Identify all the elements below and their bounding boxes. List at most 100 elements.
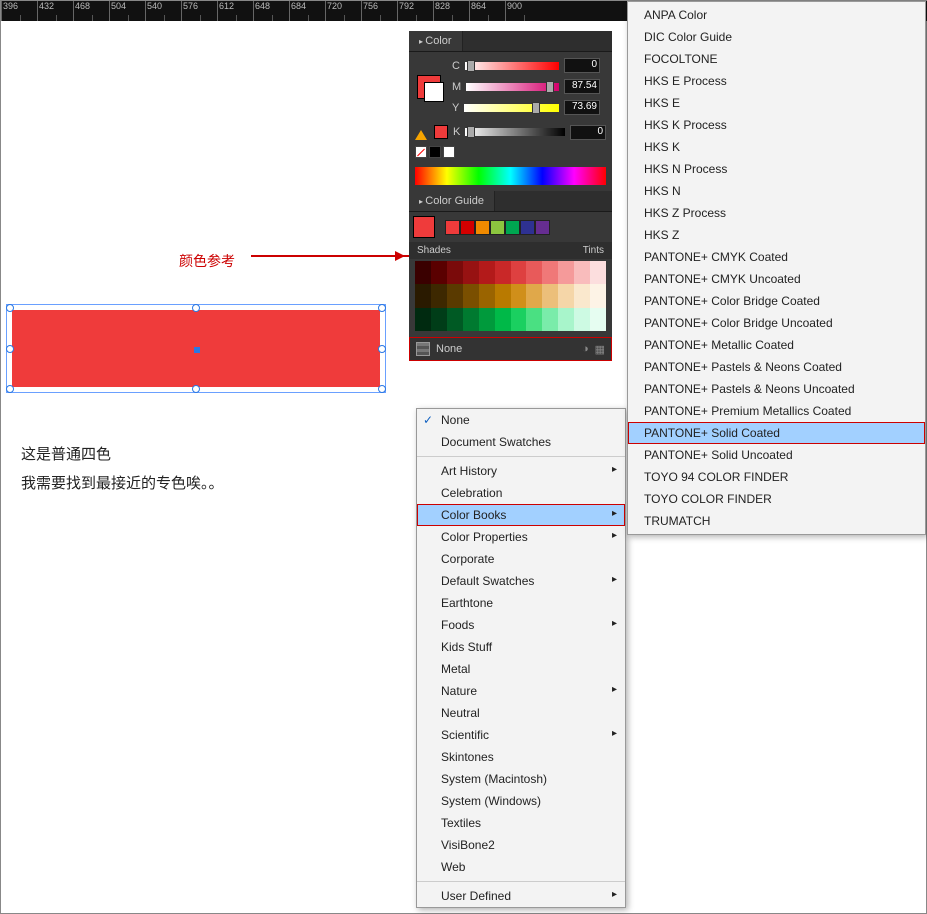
variation-cell[interactable] [558,261,574,284]
color-guide-tab[interactable]: Color Guide [409,191,495,211]
harmony-chip[interactable] [490,220,505,235]
variation-cell[interactable] [447,284,463,307]
variation-cell[interactable] [479,284,495,307]
harmony-chip[interactable] [460,220,475,235]
selection-handle[interactable] [378,385,386,393]
variation-cell[interactable] [574,308,590,331]
variation-cell[interactable] [495,261,511,284]
gamut-warning-icon[interactable] [415,124,427,140]
submenu-item[interactable]: PANTONE+ Color Bridge Coated [628,290,925,312]
menu-item[interactable]: Nature [417,680,625,702]
submenu-item[interactable]: HKS Z [628,224,925,246]
submenu-item[interactable]: ANPA Color [628,4,925,26]
black-swatch[interactable] [429,146,441,158]
selection-handle[interactable] [6,385,14,393]
y-value[interactable]: 73.69 [564,100,600,115]
submenu-item[interactable]: PANTONE+ Pastels & Neons Coated [628,356,925,378]
variation-cell[interactable] [463,308,479,331]
variation-cell[interactable] [415,261,431,284]
variation-cell[interactable] [431,284,447,307]
variation-cell[interactable] [463,284,479,307]
variation-grid[interactable] [415,261,606,331]
color-guide-header[interactable]: Color Guide [409,191,612,212]
menu-item[interactable]: Foods [417,614,625,636]
menu-item[interactable]: Scientific [417,724,625,746]
submenu-item[interactable]: PANTONE+ Premium Metallics Coated [628,400,925,422]
menu-item[interactable]: Web [417,856,625,878]
harmony-chip[interactable] [475,220,490,235]
variation-cell[interactable] [558,284,574,307]
harmony-chip[interactable] [505,220,520,235]
menu-item[interactable]: Default Swatches [417,570,625,592]
submenu-item[interactable]: HKS K [628,136,925,158]
spectrum-bar[interactable] [415,167,606,185]
library-none[interactable]: None [436,343,462,355]
submenu-item[interactable]: PANTONE+ Solid Coated [628,422,925,444]
menu-item[interactable]: System (Windows) [417,790,625,812]
menu-item[interactable]: Color Properties [417,526,625,548]
submenu-item[interactable]: PANTONE+ CMYK Uncoated [628,268,925,290]
submenu-item[interactable]: PANTONE+ Color Bridge Uncoated [628,312,925,334]
variation-cell[interactable] [542,261,558,284]
k-slider[interactable] [465,128,565,136]
selection-handle[interactable] [192,385,200,393]
variation-cell[interactable] [526,308,542,331]
menu-item[interactable]: Earthtone [417,592,625,614]
menu-item[interactable]: Corporate [417,548,625,570]
variation-cell[interactable] [542,284,558,307]
submenu-item[interactable]: HKS K Process [628,114,925,136]
selection-handle[interactable] [6,345,14,353]
variation-cell[interactable] [431,308,447,331]
selection-handle[interactable] [6,304,14,312]
variation-cell[interactable] [526,261,542,284]
variation-cell[interactable] [415,284,431,307]
harmony-chip[interactable] [535,220,550,235]
save-group-icon[interactable]: ▦ [595,343,605,356]
menu-item[interactable]: Art History [417,460,625,482]
color-tab[interactable]: Color [409,31,463,51]
submenu-item[interactable]: TRUMATCH [628,510,925,532]
variation-cell[interactable] [431,261,447,284]
variation-cell[interactable] [415,308,431,331]
menu-item[interactable]: Document Swatches [417,431,625,453]
fill-stroke-swatch[interactable] [417,75,441,99]
c-slider[interactable] [465,62,559,70]
variation-cell[interactable] [479,308,495,331]
submenu-item[interactable]: DIC Color Guide [628,26,925,48]
white-swatch[interactable] [443,146,455,158]
harmony-chip[interactable] [445,220,460,235]
submenu-item[interactable]: HKS Z Process [628,202,925,224]
variation-cell[interactable] [511,308,527,331]
menu-item[interactable]: Celebration [417,482,625,504]
menu-item[interactable]: Neutral [417,702,625,724]
variation-cell[interactable] [590,284,606,307]
menu-item[interactable]: User Defined [417,885,625,907]
variation-cell[interactable] [574,284,590,307]
center-handle[interactable] [194,347,200,353]
variation-cell[interactable] [558,308,574,331]
edit-colors-icon[interactable]: ◑ [582,343,589,355]
menu-item[interactable]: Color Books [417,504,625,526]
variation-cell[interactable] [511,284,527,307]
submenu-item[interactable]: PANTONE+ CMYK Coated [628,246,925,268]
submenu-item[interactable]: HKS N [628,180,925,202]
selection-handle[interactable] [378,304,386,312]
menu-item[interactable]: System (Macintosh) [417,768,625,790]
submenu-item[interactable]: FOCOLTONE [628,48,925,70]
variation-cell[interactable] [447,261,463,284]
submenu-item[interactable]: PANTONE+ Solid Uncoated [628,444,925,466]
library-icon[interactable] [416,342,430,356]
variation-cell[interactable] [479,261,495,284]
m-value[interactable]: 87.54 [564,79,600,94]
selection-handle[interactable] [192,304,200,312]
variation-cell[interactable] [574,261,590,284]
menu-item[interactable]: None [417,409,625,431]
variation-cell[interactable] [590,308,606,331]
harmony-chips[interactable] [445,220,550,235]
none-swatch[interactable] [415,146,427,158]
variation-cell[interactable] [511,261,527,284]
gamut-swatch[interactable] [434,125,448,139]
submenu-item[interactable]: HKS E Process [628,70,925,92]
variation-cell[interactable] [447,308,463,331]
submenu-item[interactable]: TOYO COLOR FINDER [628,488,925,510]
